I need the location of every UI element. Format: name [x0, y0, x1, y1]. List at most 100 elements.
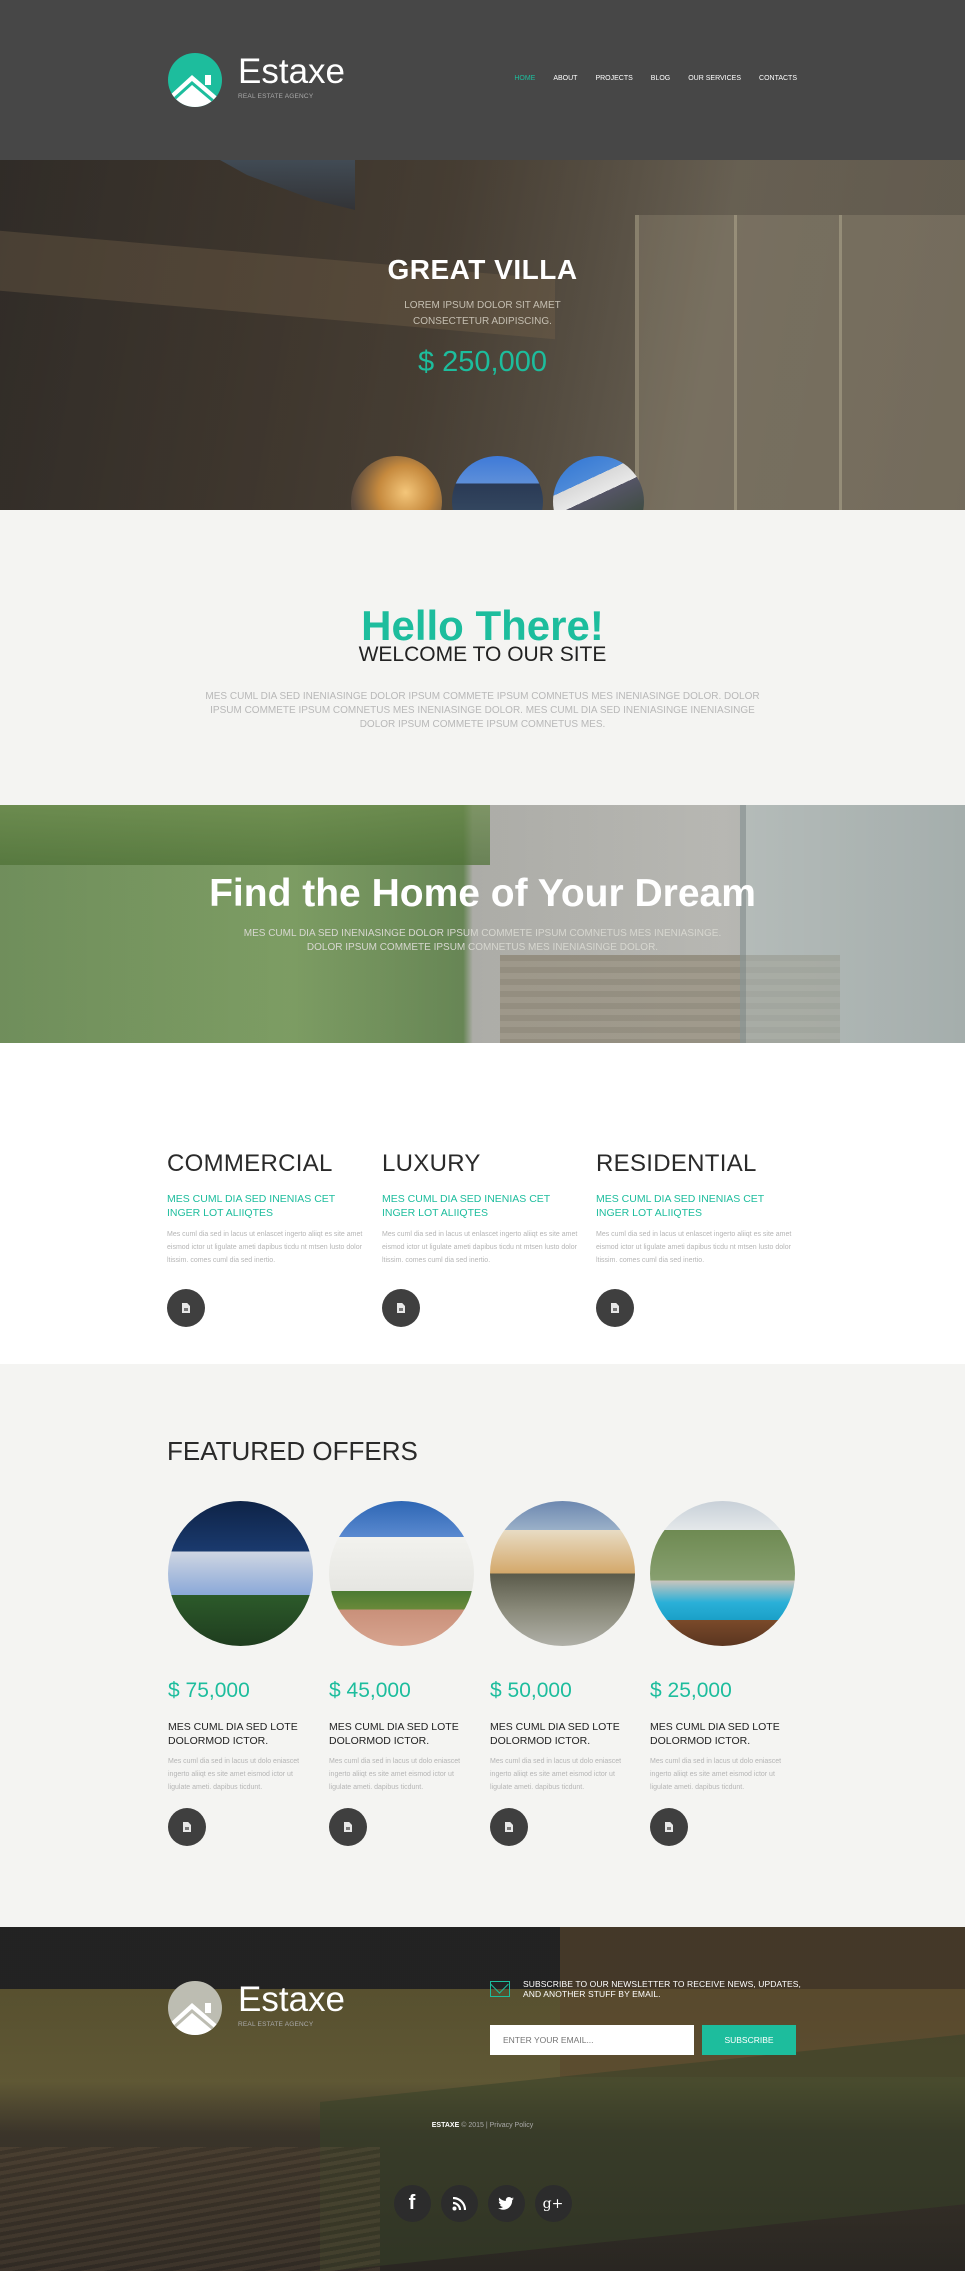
- google-plus-icon: g+: [542, 2195, 564, 2212]
- offer-image[interactable]: [650, 1501, 795, 1646]
- offer-text: Mes cuml dia sed in lacus ut dolo eniasc…: [490, 1758, 622, 1791]
- hero-description-line: LOREM IPSUM DOLOR SIT AMET: [404, 300, 561, 311]
- featured-title: FEATURED OFFERS: [167, 1436, 418, 1466]
- site-header: Estaxe REAL ESTATE AGENCY HOME ABOUT PRO…: [0, 0, 965, 160]
- dream-background-trees: [0, 805, 490, 865]
- brand-tagline: REAL ESTATE AGENCY: [238, 93, 314, 100]
- rss-icon: [452, 2196, 466, 2210]
- rss-button[interactable]: [440, 2185, 478, 2222]
- mail-icon: [490, 1981, 510, 1997]
- site-footer: Estaxe REAL ESTATE AGENCY SUBSCRIBE TO O…: [0, 1927, 965, 2271]
- category-title: COMMERCIAL: [167, 1150, 333, 1177]
- welcome-text: MES CUML DIA SED INENIASINGE DOLOR IPSUM…: [205, 691, 760, 730]
- footer-background-lawn: [320, 2034, 965, 2271]
- category-more-button[interactable]: [596, 1289, 634, 1327]
- nav-item-blog[interactable]: BLOG: [651, 75, 670, 82]
- offer-image[interactable]: [490, 1501, 635, 1646]
- dream-text-line: MES CUML DIA SED INENIASINGE DOLOR IPSUM…: [243, 928, 722, 939]
- facebook-button[interactable]: f: [393, 2185, 431, 2222]
- category-text: Mes cuml dia sed in lacus ut enlascet in…: [382, 1231, 578, 1264]
- document-icon: [505, 1822, 513, 1832]
- offer-image[interactable]: [329, 1501, 474, 1646]
- category-subtitle: MES CUML DIA SED INENIAS CET INGER LOT A…: [596, 1193, 765, 1219]
- house-roof-icon: [168, 1981, 222, 2035]
- nav-item-about[interactable]: ABOUT: [553, 75, 577, 82]
- twitter-icon: [498, 2197, 514, 2210]
- document-icon: [397, 1303, 405, 1313]
- privacy-policy-link[interactable]: Privacy Policy: [490, 2122, 534, 2129]
- category-title: RESIDENTIAL: [596, 1150, 757, 1177]
- dream-banner: Find the Home of Your Dream MES CUML DIA…: [0, 805, 965, 1043]
- hero-description: LOREM IPSUM DOLOR SIT AMET CONSECTETUR A…: [0, 298, 965, 330]
- offer-title: MES CUML DIA SED LOTE DOLORMOD ICTOR.: [168, 1721, 298, 1747]
- brand-name: Estaxe: [238, 52, 345, 91]
- offer-price: $ 75,000: [168, 1679, 250, 1702]
- offer-card: $ 75,000 MES CUML DIA SED LOTE DOLORMOD …: [168, 1501, 318, 1846]
- document-icon: [182, 1303, 190, 1313]
- newsletter-form: SUBSCRIBE TO OUR NEWSLETTER TO RECEIVE N…: [490, 1979, 810, 2055]
- copyright-brand: ESTAXE: [431, 2122, 460, 2129]
- offer-price: $ 50,000: [490, 1679, 572, 1702]
- offer-card: $ 45,000 MES CUML DIA SED LOTE DOLORMOD …: [329, 1501, 479, 1846]
- offer-card: $ 50,000 MES CUML DIA SED LOTE DOLORMOD …: [490, 1501, 640, 1846]
- facebook-icon: f: [408, 2192, 416, 2214]
- google-plus-button[interactable]: g+: [534, 2185, 572, 2222]
- offer-more-button[interactable]: [650, 1808, 688, 1846]
- offer-price: $ 25,000: [650, 1679, 732, 1702]
- featured-offers-section: FEATURED OFFERS $ 75,000 MES CUML DIA SE…: [0, 1364, 965, 1927]
- copyright-year: © 2015: [461, 2122, 484, 2129]
- nav-item-home[interactable]: HOME: [514, 75, 535, 82]
- copyright-separator: |: [485, 2122, 488, 2129]
- footer-brand-tagline: REAL ESTATE AGENCY: [238, 2021, 314, 2028]
- email-input[interactable]: [490, 2025, 694, 2055]
- offer-image[interactable]: [168, 1501, 313, 1646]
- category-more-button[interactable]: [167, 1289, 205, 1327]
- dream-background-window: [740, 805, 965, 1043]
- category-residential: RESIDENTIAL MES CUML DIA SED INENIAS CET…: [596, 1150, 796, 1327]
- offer-text: Mes cuml dia sed in lacus ut dolo eniasc…: [168, 1758, 300, 1791]
- category-commercial: COMMERCIAL MES CUML DIA SED INENIAS CET …: [167, 1150, 367, 1327]
- category-more-button[interactable]: [382, 1289, 420, 1327]
- hero-background-sky: [220, 160, 355, 210]
- dream-text: MES CUML DIA SED INENIASINGE DOLOR IPSUM…: [0, 927, 965, 955]
- dream-text-line: DOLOR IPSUM COMMETE IPSUM COMNETUS MES I…: [306, 942, 659, 953]
- offer-more-button[interactable]: [329, 1808, 367, 1846]
- house-roof-icon: [168, 53, 222, 107]
- nav-item-projects[interactable]: PROJECTS: [595, 75, 632, 82]
- copyright: ESTAXE © 2015 | Privacy Policy: [0, 2122, 965, 2129]
- category-luxury: LUXURY MES CUML DIA SED INENIAS CET INGE…: [382, 1150, 582, 1327]
- offer-card: $ 25,000 MES CUML DIA SED LOTE DOLORMOD …: [650, 1501, 800, 1846]
- category-subtitle: MES CUML DIA SED INENIAS CET INGER LOT A…: [167, 1193, 336, 1219]
- subscribe-button[interactable]: SUBSCRIBE: [702, 2025, 796, 2055]
- dream-title: Find the Home of Your Dream: [209, 872, 756, 915]
- document-icon: [344, 1822, 352, 1832]
- offer-more-button[interactable]: [490, 1808, 528, 1846]
- hero-price: $ 250,000: [417, 346, 547, 378]
- document-icon: [183, 1822, 191, 1832]
- category-text: Mes cuml dia sed in lacus ut enlascet in…: [167, 1231, 363, 1264]
- welcome-subheading: WELCOME TO OUR SITE: [358, 643, 607, 666]
- hero-slider: GREAT VILLA LOREM IPSUM DOLOR SIT AMET C…: [0, 160, 965, 547]
- document-icon: [611, 1303, 619, 1313]
- twitter-button[interactable]: [487, 2185, 525, 2222]
- category-title: LUXURY: [382, 1150, 481, 1177]
- category-subtitle: MES CUML DIA SED INENIAS CET INGER LOT A…: [382, 1193, 551, 1219]
- footer-brand-logo[interactable]: Estaxe REAL ESTATE AGENCY: [168, 1981, 345, 2035]
- categories-section: COMMERCIAL MES CUML DIA SED INENIAS CET …: [0, 1043, 965, 1364]
- offer-more-button[interactable]: [168, 1808, 206, 1846]
- document-icon: [665, 1822, 673, 1832]
- hero-title: GREAT VILLA: [387, 254, 578, 285]
- offer-title: MES CUML DIA SED LOTE DOLORMOD ICTOR.: [490, 1721, 620, 1747]
- offer-text: Mes cuml dia sed in lacus ut dolo eniasc…: [650, 1758, 782, 1791]
- offer-title: MES CUML DIA SED LOTE DOLORMOD ICTOR.: [329, 1721, 459, 1747]
- offer-price: $ 45,000: [329, 1679, 411, 1702]
- brand-logo[interactable]: Estaxe REAL ESTATE AGENCY: [168, 53, 345, 107]
- footer-brand-name: Estaxe: [238, 1980, 345, 2019]
- main-nav: HOME ABOUT PROJECTS BLOG OUR SERVICES CO…: [496, 75, 797, 82]
- nav-item-contacts[interactable]: CONTACTS: [759, 75, 797, 82]
- hero-description-line: CONSECTETUR ADIPISCING.: [413, 316, 552, 327]
- newsletter-text: SUBSCRIBE TO OUR NEWSLETTER TO RECEIVE N…: [523, 1979, 801, 1999]
- offer-text: Mes cuml dia sed in lacus ut dolo eniasc…: [329, 1758, 461, 1791]
- nav-item-our-services[interactable]: OUR SERVICES: [688, 75, 741, 82]
- category-text: Mes cuml dia sed in lacus ut enlascet in…: [596, 1231, 792, 1264]
